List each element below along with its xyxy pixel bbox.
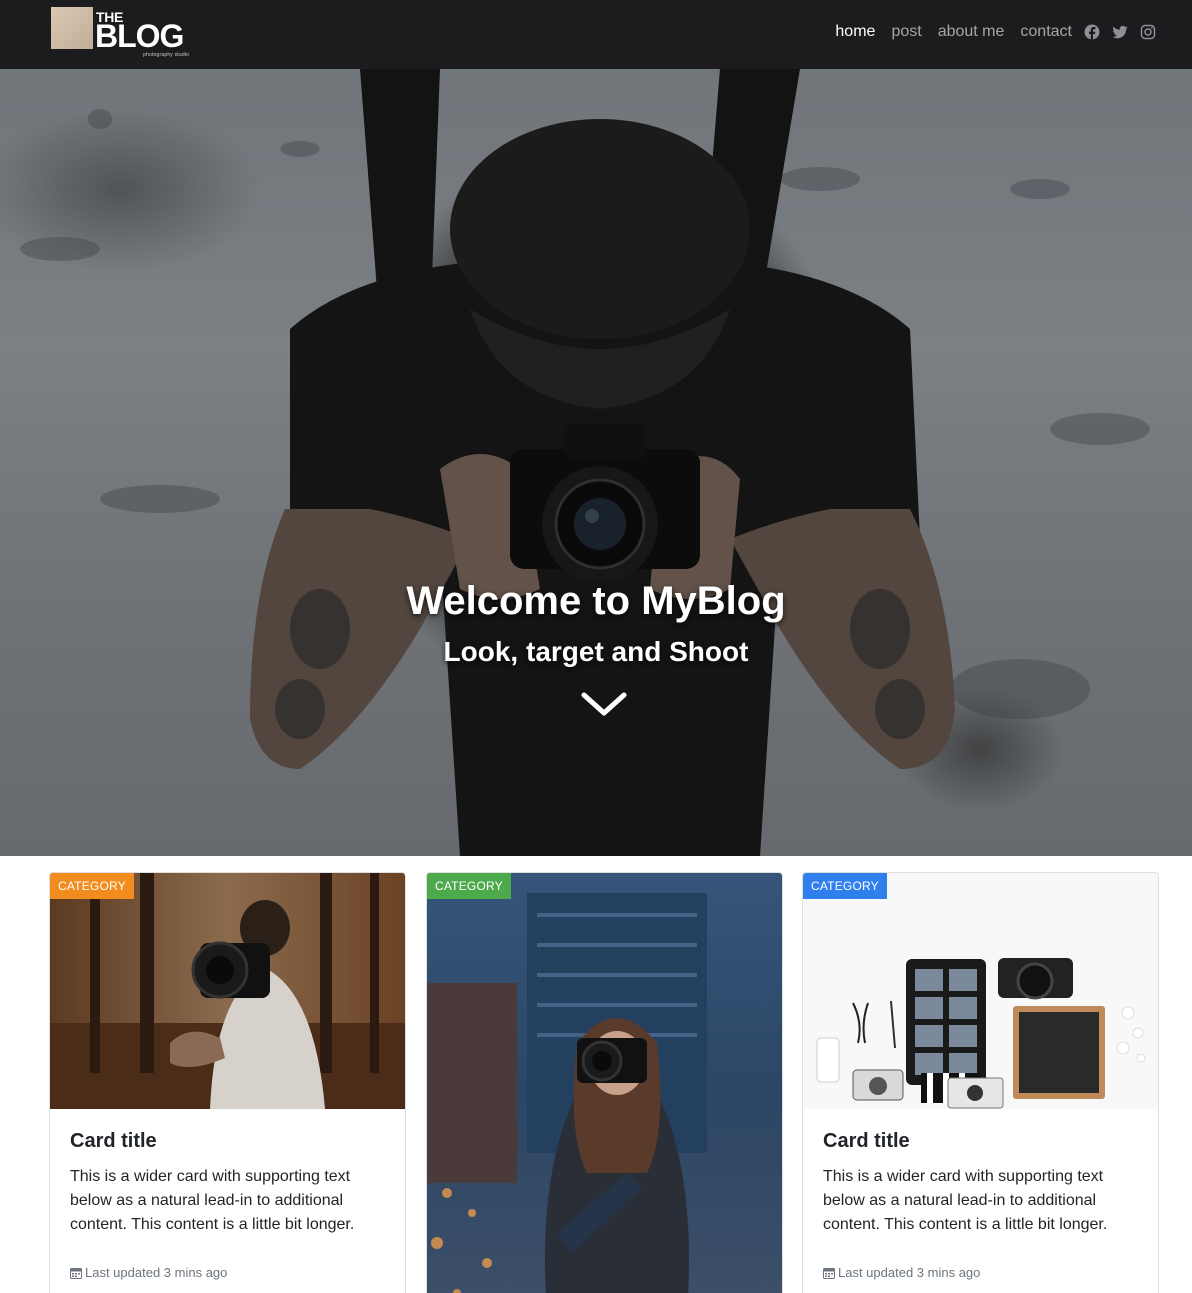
hero-title: Welcome to MyBlog (406, 579, 786, 623)
card-meta: Last updated 3 mins ago (823, 1265, 1138, 1280)
card-text: This is a wider card with supporting tex… (823, 1168, 1108, 1233)
card-image[interactable]: CATEGORY (50, 873, 405, 1109)
category-badge[interactable]: CATEGORY (50, 873, 134, 899)
card-title[interactable]: Card title (823, 1129, 1138, 1153)
card-updated-text: Last updated 3 mins ago (838, 1265, 981, 1280)
post-card[interactable]: CATEGORY Card title This is a wider card… (49, 872, 406, 1293)
twitter-icon[interactable] (1112, 24, 1128, 40)
chevron-down-icon[interactable] (581, 691, 627, 719)
hero-overlay (0, 69, 1192, 856)
facebook-icon[interactable] (1084, 24, 1100, 40)
nav-item-about-me[interactable]: about me (938, 20, 1005, 44)
logo-square (51, 7, 93, 49)
instagram-icon[interactable] (1140, 24, 1156, 40)
category-badge[interactable]: CATEGORY (427, 873, 511, 899)
card-image[interactable]: CATEGORY (803, 873, 1158, 1109)
nav-item-post[interactable]: post (891, 20, 921, 44)
card-image[interactable]: CATEGORY (427, 873, 782, 1293)
post-card[interactable]: CATEGORY Card title This is a wider card… (802, 872, 1159, 1293)
card-body: Card title This is a wider card with sup… (50, 1109, 405, 1293)
calendar-icon (823, 1267, 835, 1279)
nav-item-contact[interactable]: contact (1020, 20, 1072, 44)
nav-item-home[interactable]: home (835, 20, 875, 44)
logo-subtitle: photography studio (143, 52, 190, 58)
navbar: THE BLOG photography studio home post ab… (0, 0, 1192, 69)
nav-menu: home post about me contact (819, 20, 1156, 44)
card-updated-text: Last updated 3 mins ago (85, 1265, 228, 1280)
category-badge[interactable]: CATEGORY (803, 873, 887, 899)
card-title[interactable]: Card title (70, 1129, 385, 1153)
card-body: Card title This is a wider card with sup… (803, 1109, 1158, 1293)
card-photo-woman-camera (427, 873, 782, 1293)
hero-banner: Welcome to MyBlog Look, target and Shoot (0, 69, 1192, 856)
card-meta: Last updated 3 mins ago (70, 1265, 385, 1280)
logo-blog: BLOG (95, 18, 184, 54)
hero-subtitle: Look, target and Shoot (443, 636, 749, 667)
brand-logo[interactable]: THE BLOG photography studio (51, 7, 191, 59)
calendar-icon (70, 1267, 82, 1279)
post-card[interactable]: CATEGORY (426, 872, 783, 1293)
card-photo-flatlay (803, 873, 1158, 1109)
card-photo-forest-camera (50, 873, 405, 1109)
card-text: This is a wider card with supporting tex… (70, 1168, 355, 1233)
